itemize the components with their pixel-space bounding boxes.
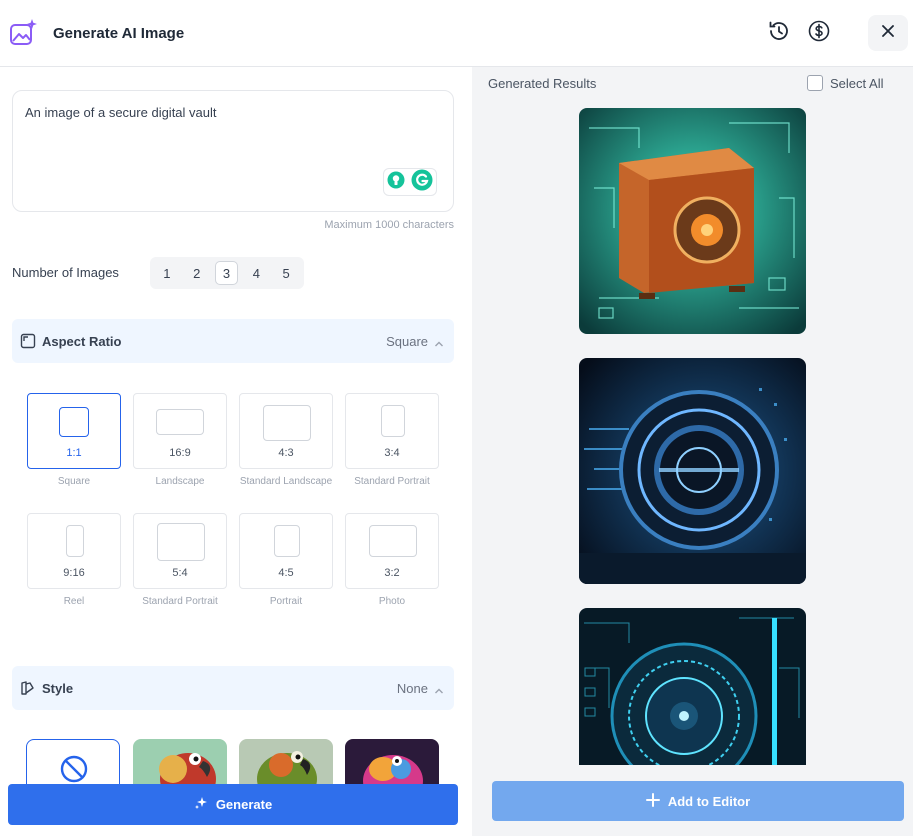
ratio-name: Portrait	[269, 596, 303, 607]
ratio-value: 4:5	[278, 567, 294, 579]
ratio-option-4-5[interactable]: 4:5	[239, 513, 333, 589]
ratio-preview	[59, 407, 89, 437]
header: Generate AI Image	[0, 0, 913, 67]
style-brush-icon	[20, 680, 36, 696]
add-to-editor-button[interactable]: Add to Editor	[492, 781, 904, 821]
ratio-preview	[157, 523, 205, 561]
ratio-value: 3:2	[384, 567, 400, 579]
max-chars-hint: Maximum 1000 characters	[324, 219, 454, 231]
add-to-editor-label: Add to Editor	[667, 793, 751, 809]
ratio-preview	[381, 405, 405, 437]
ratio-value: 1:1	[66, 447, 82, 459]
sparkle-icon	[194, 796, 208, 813]
ratio-name: Standard Portrait	[354, 476, 430, 487]
prompt-text[interactable]: An image of a secure digital vault	[25, 105, 217, 120]
ratio-name: Square	[57, 476, 91, 487]
num-option-5[interactable]: 5	[274, 261, 298, 285]
ratio-option-3-4[interactable]: 3:4	[345, 393, 439, 469]
image-sparkle-icon	[8, 18, 38, 48]
ratio-name: Photo	[378, 596, 406, 607]
num-images-label: Number of Images	[12, 265, 119, 280]
ratio-name: Standard Portrait	[142, 596, 218, 607]
ratio-preview	[274, 525, 300, 557]
num-option-4[interactable]: 4	[244, 261, 268, 285]
ratio-option-5-4[interactable]: 5:4	[133, 513, 227, 589]
dollar-icon	[807, 19, 831, 48]
ratio-value: 16:9	[169, 447, 191, 459]
grammarly-icon[interactable]	[411, 169, 433, 196]
chevron-up-icon	[434, 336, 444, 347]
generated-vault-image-3	[579, 608, 806, 765]
prompt-tools	[383, 168, 437, 196]
page-title: Generate AI Image	[53, 25, 185, 42]
ratio-option-3-2[interactable]: 3:2	[345, 513, 439, 589]
credits-button[interactable]	[806, 20, 832, 46]
ratio-value: 9:16	[63, 567, 85, 579]
plus-icon	[645, 792, 660, 810]
style-header[interactable]: Style None	[12, 666, 454, 710]
result-image[interactable]	[579, 608, 806, 765]
results-label: Generated Results	[488, 76, 597, 91]
num-option-3[interactable]: 3	[214, 261, 239, 285]
result-image[interactable]	[579, 358, 806, 584]
ratio-option-16-9[interactable]: 16:9	[133, 393, 227, 469]
history-button[interactable]	[766, 20, 792, 46]
ratio-preview	[263, 405, 311, 441]
generated-vault-image-1	[579, 108, 806, 334]
history-icon	[767, 19, 791, 48]
ratio-value: 5:4	[172, 567, 188, 579]
ratio-option-4-3[interactable]: 4:3	[239, 393, 333, 469]
ratio-preview	[156, 409, 204, 435]
results-panel: Generated Results Select All Add to Edit…	[472, 67, 913, 836]
idea-bulb-icon[interactable]	[387, 171, 405, 194]
ratio-preview	[369, 525, 417, 557]
ratio-value: 4:3	[278, 447, 294, 459]
aspect-ratio-title: Aspect Ratio	[42, 334, 122, 349]
style-title: Style	[42, 681, 74, 696]
checkbox[interactable]	[807, 75, 823, 91]
ratio-option-9-16[interactable]: 9:16	[27, 513, 121, 589]
settings-panel: An image of a secure digital vault Maxim…	[0, 67, 472, 836]
aspect-ratio-header[interactable]: Aspect Ratio Square	[12, 319, 454, 363]
result-image[interactable]	[579, 108, 806, 334]
ratio-name: Reel	[63, 596, 85, 607]
num-option-1[interactable]: 1	[155, 261, 179, 285]
chevron-up-icon	[434, 683, 444, 694]
ratio-option-1-1[interactable]: 1:1	[27, 393, 121, 469]
generated-vault-image-2	[579, 358, 806, 584]
generate-button[interactable]: Generate	[8, 784, 458, 825]
ratio-name: Standard Landscape	[239, 476, 333, 487]
prompt-input[interactable]: An image of a secure digital vault	[12, 90, 454, 212]
close-icon	[881, 24, 895, 43]
results-list[interactable]	[472, 108, 913, 765]
aspect-ratio-value: Square	[386, 334, 428, 349]
num-option-2[interactable]: 2	[185, 261, 209, 285]
ratio-value: 3:4	[384, 447, 400, 459]
style-value: None	[396, 681, 428, 696]
num-images-selector: 1 2 3 4 5	[150, 257, 304, 289]
aspect-ratio-icon	[20, 333, 36, 349]
ratio-preview	[66, 525, 84, 557]
close-button[interactable]	[868, 15, 908, 51]
generate-label: Generate	[215, 797, 273, 812]
ratio-name: Landscape	[155, 476, 205, 487]
select-all-label: Select All	[830, 75, 884, 91]
select-all-checkbox[interactable]: Select All	[807, 75, 883, 91]
